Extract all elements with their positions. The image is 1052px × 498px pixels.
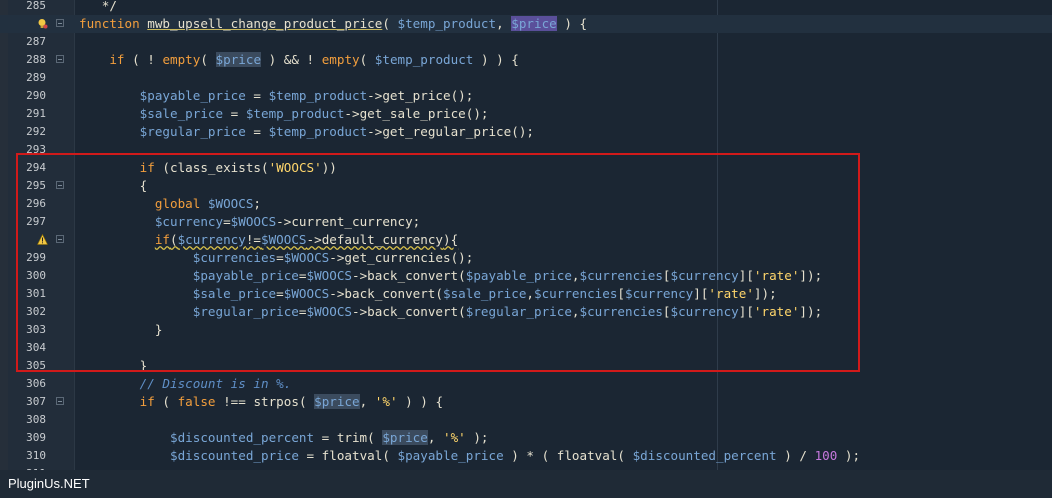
code-text[interactable]: if ( false !== strpos( $price, '%' ) ) { <box>79 393 443 411</box>
code-line[interactable]: 285 */ <box>0 0 1052 15</box>
code-line[interactable]: 309 $discounted_percent = trim( $price, … <box>0 429 1052 447</box>
code-text[interactable]: function mwb_upsell_change_product_price… <box>79 15 587 33</box>
line-number: 287 <box>26 35 46 48</box>
lightbulb-icon <box>38 19 48 29</box>
line-number: 285 <box>26 0 46 12</box>
code-line[interactable]: 288 if ( ! empty( $price ) && ! empty( $… <box>0 51 1052 69</box>
code-text[interactable]: $sale_price = $temp_product->get_sale_pr… <box>79 105 489 123</box>
code-text[interactable]: $discounted_price = floatval( $payable_p… <box>79 447 860 465</box>
line-number: 308 <box>26 413 46 426</box>
line-number: 291 <box>26 107 46 120</box>
fold-toggle-icon[interactable] <box>56 55 64 63</box>
line-number: 306 <box>26 377 46 390</box>
code-line[interactable]: 292 $regular_price = $temp_product->get_… <box>0 123 1052 141</box>
code-line[interactable]: 308 <box>0 411 1052 429</box>
line-number: 290 <box>26 89 46 102</box>
code-text[interactable]: $regular_price = $temp_product->get_regu… <box>79 123 534 141</box>
code-text[interactable]: $discounted_percent = trim( $price, '%' … <box>79 429 489 447</box>
line-number: 310 <box>26 449 46 462</box>
line-number: 309 <box>26 431 46 444</box>
code-text[interactable]: $payable_price = $temp_product->get_pric… <box>79 87 474 105</box>
line-number: 292 <box>26 125 46 138</box>
code-line[interactable]: 307 if ( false !== strpos( $price, '%' )… <box>0 393 1052 411</box>
code-line[interactable]: 290 $payable_price = $temp_product->get_… <box>0 87 1052 105</box>
code-line[interactable]: 287 <box>0 33 1052 51</box>
code-text[interactable]: */ <box>79 0 117 15</box>
line-number: 288 <box>26 53 46 66</box>
code-line[interactable]: 306 // Discount is in %. <box>0 375 1052 393</box>
code-editor[interactable]: 285 */function mwb_upsell_change_product… <box>0 0 1052 470</box>
code-line[interactable]: 291 $sale_price = $temp_product->get_sal… <box>0 105 1052 123</box>
code-line[interactable]: 310 $discounted_price = floatval( $payab… <box>0 447 1052 465</box>
red-highlight-box <box>16 153 860 372</box>
line-number: 289 <box>26 71 46 84</box>
code-line[interactable]: function mwb_upsell_change_product_price… <box>0 15 1052 33</box>
bottom-bar: PluginUs.NET <box>0 470 1052 498</box>
line-number: 307 <box>26 395 46 408</box>
code-text[interactable]: if ( ! empty( $price ) && ! empty( $temp… <box>79 51 519 69</box>
code-line[interactable]: 289 <box>0 69 1052 87</box>
watermark-text: PluginUs.NET <box>8 476 90 491</box>
code-text[interactable]: // Discount is in %. <box>79 375 292 393</box>
fold-toggle-icon[interactable] <box>56 397 64 405</box>
fold-toggle-icon[interactable] <box>56 19 64 27</box>
